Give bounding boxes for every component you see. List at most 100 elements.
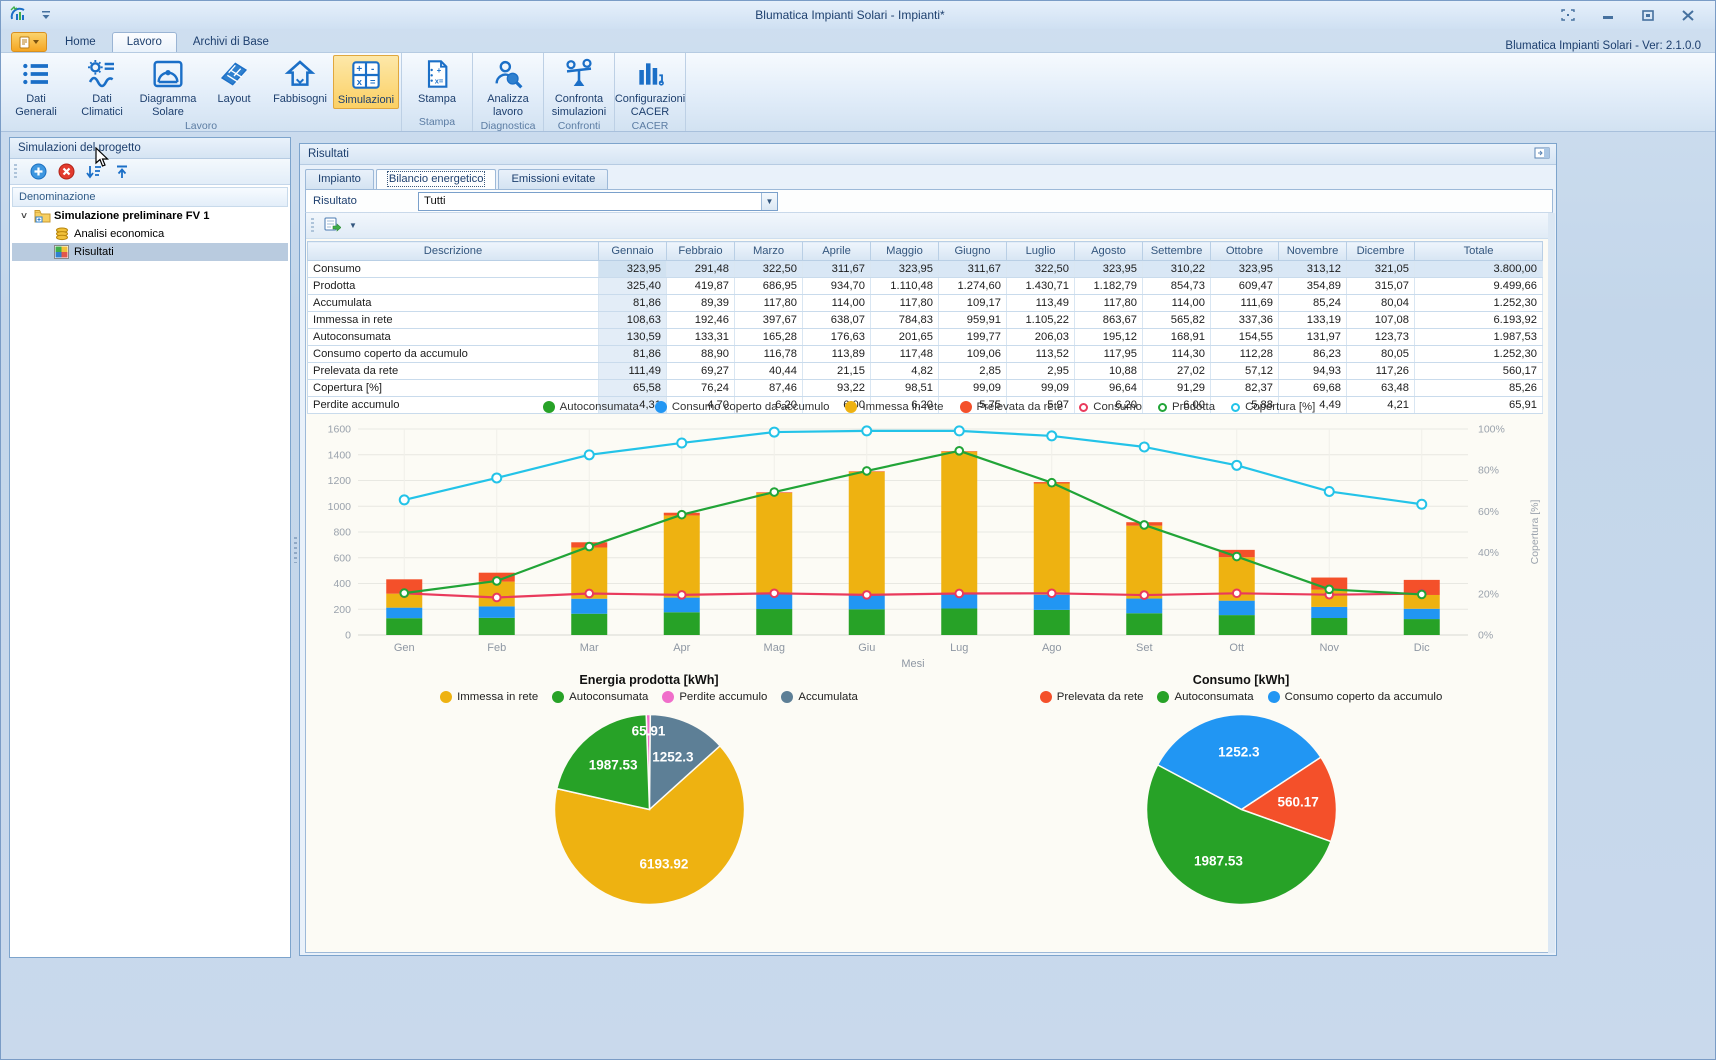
legend-item-copertura: Copertura [%] <box>1231 401 1315 413</box>
expander-icon[interactable]: ˅ <box>18 211 30 222</box>
sidebar-toolbar <box>10 159 290 185</box>
ribbon-button-dati-generali[interactable]: Dati Generali <box>3 55 69 119</box>
add-simulation-button[interactable] <box>29 163 47 181</box>
combobox-arrow-icon[interactable]: ▼ <box>761 192 777 210</box>
tab-impianto[interactable]: Impianto <box>305 169 374 189</box>
pie-title-consumo: Consumo [kWh] <box>1192 673 1290 687</box>
pie-slice-value: 1987.53 <box>588 758 637 773</box>
row-label: Prodotta <box>307 277 599 295</box>
svg-text:Feb: Feb <box>487 642 506 654</box>
cell-total: 85,26 <box>1414 379 1543 397</box>
tree-item-risultati[interactable]: Risultati <box>12 243 288 261</box>
tree-column-header[interactable]: Denominazione <box>12 187 288 207</box>
table-row-prodotta[interactable]: Prodotta 325,40 419,87 686,95 934,70 1.110,48… <box>307 277 1543 295</box>
column-header-totale[interactable]: Totale <box>1414 241 1543 261</box>
column-header-novembre[interactable]: Novembre <box>1278 241 1347 261</box>
pie-title-energia-prodotta: Energia prodotta [kWh] <box>579 673 719 687</box>
ribbon-button-label: Confronta simulazioni <box>551 93 607 118</box>
ribbon-button-stampa[interactable]: + x= Stampa <box>404 55 470 107</box>
tree-item-analisi-economica[interactable]: Analisi economica <box>12 225 288 243</box>
result-filter-combobox[interactable]: Tutti ▼ <box>418 191 778 211</box>
cell-value: 165,28 <box>734 328 803 346</box>
legend-dot-icon <box>662 691 675 703</box>
mouse-cursor <box>94 146 110 172</box>
tab-label: Bilancio energetico <box>386 171 486 187</box>
collapse-all-button[interactable] <box>113 163 131 181</box>
close-button[interactable] <box>1679 8 1697 22</box>
svg-text:80%: 80% <box>1478 465 1499 477</box>
tab-label: Emissioni evitate <box>511 173 596 185</box>
chart-legend: Autoconsumata Consumo coperto da accumulo… <box>306 401 1552 413</box>
column-header-descrizione[interactable]: Descrizione <box>307 241 599 261</box>
table-row-accumulata[interactable]: Accumulata 81,86 89,39 117,80 114,00 117,80 10… <box>307 294 1543 312</box>
column-header-luglio[interactable]: Luglio <box>1006 241 1075 261</box>
table-row-copertura[interactable]: Copertura [%] 65,58 76,24 87,46 93,22 98,51 99… <box>307 379 1543 397</box>
ribbon-tab-archivi-di-base[interactable]: Archivi di Base <box>179 33 283 52</box>
svg-text:800: 800 <box>333 527 351 539</box>
cell-value: 199,77 <box>938 328 1007 346</box>
svg-text:0%: 0% <box>1478 630 1493 642</box>
ribbon-tab-home[interactable]: Home <box>51 33 110 52</box>
restore-button[interactable] <box>1639 8 1657 22</box>
column-header-giugno[interactable]: Giugno <box>938 241 1007 261</box>
ribbon-button-label: Simulazioni <box>337 94 395 106</box>
cell-value: 1.110,48 <box>870 277 939 295</box>
cell-value: 311,67 <box>938 260 1007 278</box>
simulation-icon: + - x = <box>350 59 382 91</box>
column-header-marzo[interactable]: Marzo <box>734 241 803 261</box>
ribbon-button-dati-climatici[interactable]: Dati Climatici <box>69 55 135 119</box>
ribbon-button-analizza-lavoro[interactable]: Analizza lavoro <box>475 55 541 119</box>
app-menu-button[interactable] <box>11 32 47 52</box>
cell-value: 10,88 <box>1074 362 1143 380</box>
ribbon-tab-lavoro[interactable]: Lavoro <box>111 32 177 52</box>
ribbon-button-simulazioni[interactable]: + - x = Simulazioni <box>333 55 399 109</box>
tab-emissioni-evitate[interactable]: Emissioni evitate <box>498 169 609 189</box>
cell-value: 322,50 <box>1006 260 1075 278</box>
column-header-agosto[interactable]: Agosto <box>1074 241 1143 261</box>
export-dropdown-icon[interactable]: ▼ <box>349 221 357 230</box>
column-header-ottobre[interactable]: Ottobre <box>1210 241 1279 261</box>
quick-access-dropdown-icon[interactable] <box>37 6 55 24</box>
column-header-febbraio[interactable]: Febbraio <box>666 241 735 261</box>
legend-dot-icon <box>440 691 453 703</box>
ribbon-button-confronta-simulazioni[interactable]: Confronta simulazioni <box>546 55 612 119</box>
coins-icon <box>54 227 70 241</box>
row-label: Copertura [%] <box>307 379 599 397</box>
fullscreen-button[interactable] <box>1559 8 1577 22</box>
panel-dock-icon[interactable] <box>1534 147 1550 162</box>
ribbon-group-caption: CACER <box>631 120 669 133</box>
minimize-button[interactable] <box>1599 8 1617 22</box>
legend-label: Perdite accumulo <box>679 691 768 703</box>
column-header-maggio[interactable]: Maggio <box>870 241 939 261</box>
cell-value: 40,44 <box>734 362 803 380</box>
ribbon-button-fabbisogni[interactable]: Fabbisogni <box>267 55 333 107</box>
column-header-dicembre[interactable]: Dicembre <box>1346 241 1415 261</box>
cell-value: 117,26 <box>1346 362 1415 380</box>
ribbon-button-diagramma-solare[interactable]: Diagramma Solare <box>135 55 201 119</box>
cell-value: 81,86 <box>598 345 667 363</box>
panel-splitter[interactable] <box>292 137 298 958</box>
table-row-autoconsumata[interactable]: Autoconsumata 130,59 133,31 165,28 176,63 201… <box>307 328 1543 346</box>
svg-text:Ago: Ago <box>1042 642 1062 654</box>
house-icon <box>284 58 316 90</box>
column-header-settembre[interactable]: Settembre <box>1142 241 1211 261</box>
table-row-consumo-coperto-da-accumulo[interactable]: Consumo coperto da accumulo 81,86 88,90 116… <box>307 345 1543 363</box>
svg-text:Giu: Giu <box>858 642 875 654</box>
ribbon-button-configurazioni-cacer[interactable]: Configurazioni CACER <box>615 55 685 119</box>
table-row-consumo[interactable]: Consumo 323,95 291,48 322,50 311,67 323,95 311… <box>307 260 1543 278</box>
delete-simulation-button[interactable] <box>57 163 75 181</box>
ribbon-button-layout[interactable]: Layout <box>201 55 267 107</box>
pie-slice-value: 6193.92 <box>639 857 688 872</box>
table-row-immessa-in-rete[interactable]: Immessa in rete 108,63 192,46 397,67 638,07 7… <box>307 311 1543 329</box>
export-button[interactable] <box>324 216 342 235</box>
table-row-prelevata-da-rete[interactable]: Prelevata da rete 111,49 69,27 40,44 21,15 4,… <box>307 362 1543 380</box>
cell-value: 192,46 <box>666 311 735 329</box>
cell-value: 323,95 <box>598 260 667 278</box>
svg-text:Dic: Dic <box>1414 642 1430 654</box>
compare-icon <box>563 58 595 90</box>
tab-bilancio-energetico[interactable]: Bilancio energetico <box>375 169 497 189</box>
column-header-aprile[interactable]: Aprile <box>802 241 871 261</box>
tab-label: Impianto <box>318 173 361 185</box>
tree-item-simulazione-preliminare-fv-1[interactable]: ˅ Simulazione preliminare FV 1 <box>12 207 288 225</box>
column-header-gennaio[interactable]: Gennaio <box>598 241 667 261</box>
